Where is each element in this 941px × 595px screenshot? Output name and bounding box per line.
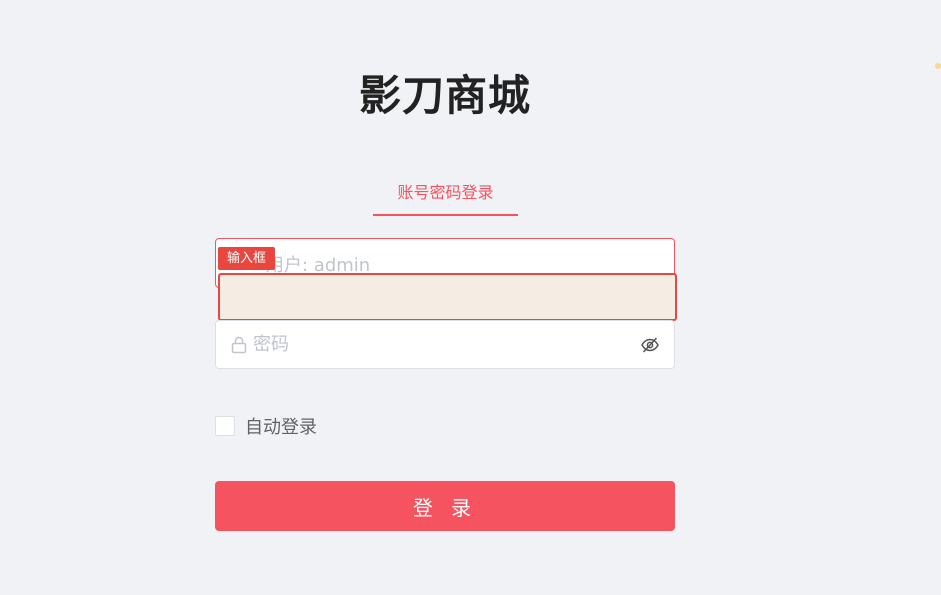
remember-label: 自动登录 [245, 417, 317, 438]
login-page: 影刀商城 账号密码登录 输入框 自动登录 登 录 [0, 0, 941, 595]
password-input[interactable] [253, 321, 640, 368]
eye-off-icon[interactable] [640, 335, 660, 355]
password-field [215, 320, 675, 369]
app-title: 影刀商城 [358, 71, 531, 120]
input-highlight-box [218, 273, 677, 321]
tab-account-password-login[interactable]: 账号密码登录 [373, 170, 518, 216]
remember-me[interactable]: 自动登录 [215, 415, 317, 438]
lock-icon [231, 336, 247, 353]
remember-checkbox[interactable] [215, 416, 235, 436]
input-highlight-tag: 输入框 [218, 247, 276, 270]
decorative-dot [935, 63, 941, 69]
login-button[interactable]: 登 录 [215, 481, 675, 531]
